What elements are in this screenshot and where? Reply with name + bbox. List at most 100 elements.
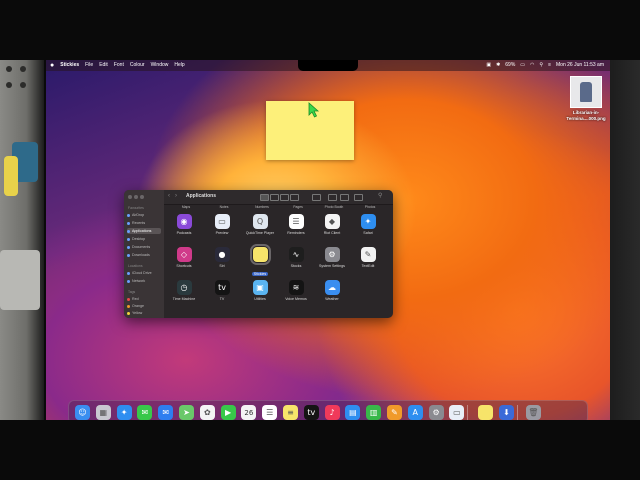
sidebar-item-documents[interactable]: Documents — [127, 244, 161, 250]
dock-reminders[interactable]: ☰ — [262, 405, 278, 420]
sidebar-item-label: AirDrop — [132, 213, 145, 217]
app-system-settings[interactable]: ⚙ System Settings — [313, 247, 351, 268]
menu-help[interactable]: Help — [174, 60, 184, 71]
app-stocks[interactable]: ∿ Stocks — [277, 247, 315, 268]
dock-finder[interactable]: ☺ — [75, 405, 90, 420]
forward-icon[interactable]: › — [175, 193, 177, 199]
dock-keynote[interactable]: ▤ — [345, 405, 361, 420]
dock-downloads[interactable]: ⬇ — [499, 405, 514, 420]
dock-numbers[interactable]: ▥ — [366, 405, 382, 420]
menu-window[interactable]: Window — [151, 60, 169, 71]
app-siri[interactable]: ● Siri — [203, 247, 241, 268]
sidebar-item-airdrop[interactable]: AirDrop — [127, 212, 161, 218]
sidebar-item-tag-red[interactable]: Red — [127, 296, 161, 302]
dock-calendar[interactable]: 26 — [241, 405, 257, 420]
podcasts-glyph: ◉ — [180, 217, 188, 226]
apple-menu-icon[interactable]: ● — [50, 60, 54, 71]
action-button[interactable] — [354, 194, 363, 201]
siri-icon: ● — [214, 247, 230, 262]
sidebar-item-icloud-drive[interactable]: iCloud Drive — [127, 270, 161, 276]
close-button[interactable] — [128, 195, 132, 199]
riot-client-glyph: ◆ — [328, 217, 336, 226]
app-reminders[interactable]: ☰ Reminders — [277, 214, 315, 235]
desktop-file[interactable]: Librarian-in-Termina....000.png — [566, 76, 606, 121]
reminders-icon: ☰ — [288, 214, 304, 229]
dock-facetime[interactable]: ▶ — [220, 405, 236, 420]
app-voice-memos[interactable]: ≋ Voice Memos — [277, 280, 315, 301]
dock-pages[interactable]: ✎ — [387, 405, 402, 420]
window-title: Applications — [186, 193, 217, 199]
app-utilities[interactable]: ▣ Utilities — [241, 280, 279, 301]
share-button[interactable] — [328, 194, 337, 201]
dock-app-store[interactable]: A — [407, 405, 423, 420]
dock-notes[interactable]: ≡ — [283, 405, 298, 420]
column-view-button[interactable] — [280, 194, 289, 201]
tag-button[interactable] — [340, 194, 349, 201]
dock-preview[interactable]: ▭ — [449, 405, 465, 420]
sidebar-item-label: Yellow — [132, 311, 143, 315]
battery-icon[interactable]: ▭ — [520, 60, 525, 71]
app-weather[interactable]: ☁ Weather — [313, 280, 351, 301]
app-preview[interactable]: ▭ Preview — [203, 214, 241, 235]
dock-system-settings[interactable]: ⚙ — [428, 405, 444, 420]
red-tag-icon — [127, 297, 130, 301]
zoom-button[interactable] — [140, 195, 144, 199]
stickies-glyph — [253, 247, 268, 262]
app-textedit[interactable]: ✎ TextEdit — [349, 247, 387, 268]
list-view-button[interactable] — [270, 194, 279, 201]
app-time-machine[interactable]: ◷ Time Machine — [165, 280, 203, 301]
control-center-icon[interactable]: ≡ — [548, 60, 551, 71]
dock-music[interactable]: ♪ — [324, 405, 340, 420]
dock-photos[interactable]: ✿ — [199, 405, 215, 420]
dock-trash[interactable]: 🗑 — [525, 405, 541, 420]
dock-launchpad[interactable]: ▦ — [95, 405, 111, 420]
screen-record-icon[interactable]: ▣ — [486, 60, 491, 71]
spotlight-search-icon[interactable]: ⚲ — [539, 60, 543, 71]
wifi-icon[interactable]: ◠ — [530, 60, 534, 71]
app-riot-client[interactable]: ◆ Riot Client — [313, 214, 351, 235]
dock-mail[interactable]: ✉ — [158, 405, 174, 420]
dock-messages[interactable]: ✉ — [137, 405, 153, 420]
sidebar-item-tag-yellow[interactable]: Yellow — [127, 310, 161, 316]
photos-icon: ✿ — [203, 408, 211, 417]
column-header: Notes — [219, 205, 229, 209]
menu-app-name[interactable]: Stickies — [60, 60, 79, 71]
app-shortcuts[interactable]: ◇ Shortcuts — [165, 247, 203, 268]
app-safari[interactable]: ✦ Safari — [349, 214, 387, 235]
dock-safari[interactable]: ✦ — [116, 405, 132, 420]
menu-file[interactable]: File — [85, 60, 93, 71]
app-stickies[interactable]: Stickies — [241, 244, 279, 280]
dock-maps[interactable]: ➤ — [179, 405, 194, 420]
sidebar-item-label: Network — [132, 279, 146, 283]
system-settings-icon: ⚙ — [432, 408, 440, 417]
bluetooth-icon[interactable]: ✱ — [496, 60, 500, 71]
back-icon[interactable]: ‹ — [168, 193, 170, 199]
app-label: Preview — [215, 231, 229, 235]
menu-colour[interactable]: Colour — [130, 60, 145, 71]
dock-tv[interactable]: tv — [303, 405, 319, 420]
icon-view-button[interactable] — [260, 194, 269, 201]
group-button[interactable] — [312, 194, 321, 201]
quicktime-player-icon: Q — [252, 214, 268, 229]
app-tv[interactable]: tv TV — [203, 280, 241, 301]
app-label: TextEdit — [361, 264, 375, 268]
sidebar-item-recents[interactable]: Recents — [127, 220, 161, 226]
weather-icon: ☁ — [324, 280, 340, 295]
menu-edit[interactable]: Edit — [99, 60, 108, 71]
gallery-view-button[interactable] — [290, 194, 299, 201]
sidebar-item-network[interactable]: Network — [127, 278, 161, 284]
sidebar-item-downloads[interactable]: Downloads — [127, 252, 161, 258]
sidebar-item-applications[interactable]: Applications — [127, 228, 161, 234]
sidebar-item-desktop[interactable]: Desktop — [127, 236, 161, 242]
sidebar-item-tag-orange[interactable]: Orange — [127, 303, 161, 309]
app-podcasts[interactable]: ◉ Podcasts — [165, 214, 203, 235]
menu-font[interactable]: Font — [114, 60, 124, 71]
search-icon[interactable]: ⚲ — [378, 192, 382, 199]
quicktime-player-glyph: Q — [256, 217, 264, 226]
finder-window[interactable]: Favourites AirDrop Recents Applications … — [124, 190, 393, 318]
app-quicktime-player[interactable]: Q QuickTime Player — [241, 214, 279, 235]
voice-memos-icon: ≋ — [288, 280, 304, 295]
dock-stickies[interactable] — [478, 405, 494, 420]
clock[interactable]: Mon 26 Jun 11:53 am — [556, 60, 604, 71]
minimize-button[interactable] — [134, 195, 138, 199]
